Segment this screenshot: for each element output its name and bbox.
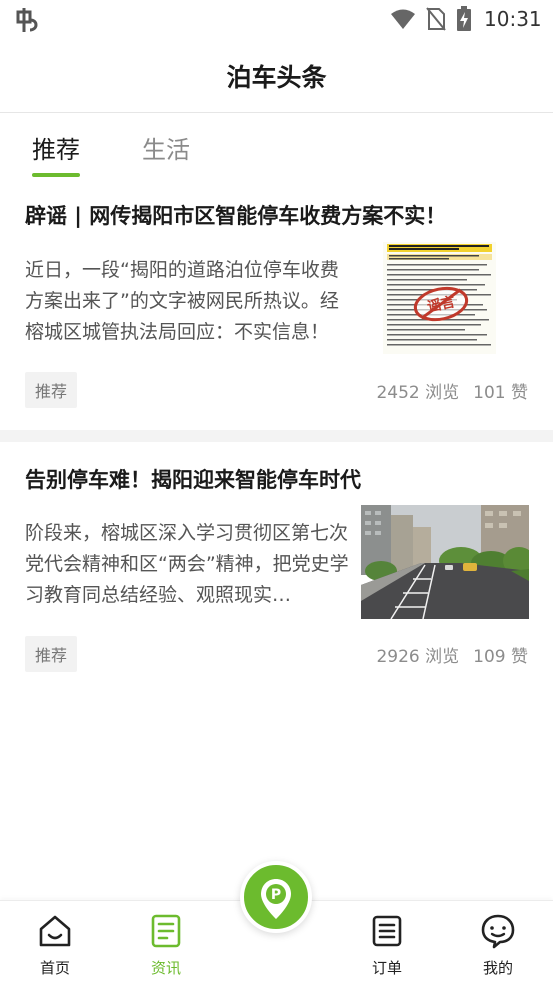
- title-bar: 泊车头条: [0, 40, 553, 113]
- parking-button[interactable]: P: [240, 861, 312, 933]
- news-thumbnail[interactable]: 谣言: [383, 242, 496, 354]
- street-parking-photo: [361, 505, 529, 619]
- orders-icon: [372, 915, 402, 947]
- news-summary: 阶段来，榕城区深入学习贯彻区第七次党代会精神和区“两会”精神，把党史学习教育同总…: [25, 522, 349, 606]
- view-count: 2926 浏览: [376, 647, 460, 667]
- profile-icon: [481, 914, 515, 949]
- nav-orders[interactable]: 订单: [347, 913, 427, 978]
- rumor-document-image: 谣言: [383, 242, 496, 354]
- parking-location-icon: P: [261, 879, 291, 919]
- category-tabs: 推荐 生活: [0, 114, 553, 180]
- news-summary: 近日，一段“揭阳的道路泊位停车收费方案出来了”的文字被网民所热议。经榕城区城管执…: [25, 259, 339, 343]
- nav-news-label: 资讯: [150, 959, 181, 977]
- tab-recommended[interactable]: 推荐: [32, 130, 80, 165]
- no-sim-icon: [426, 7, 446, 31]
- wifi-icon: [391, 9, 415, 29]
- status-time: 10:31: [484, 7, 542, 31]
- article-stats: 2452 浏览 101 赞: [362, 378, 528, 403]
- news-headline[interactable]: 辟谣 | 网传揭阳市区智能停车收费方案不实！: [25, 200, 446, 230]
- app-logo-icon: [16, 8, 38, 32]
- like-count: 109 赞: [473, 647, 528, 667]
- view-count: 2452 浏览: [376, 383, 460, 403]
- section-divider: [0, 430, 553, 442]
- news-card[interactable]: 告别停车难！揭阳迎来智能停车时代 阶段来，榕城区深入学习贯彻区第七次党代会精神和…: [0, 442, 553, 692]
- nav-mine-label: 我的: [482, 959, 513, 977]
- nav-home-label: 首页: [39, 959, 70, 977]
- news-icon: [151, 914, 181, 948]
- nav-mine[interactable]: 我的: [458, 913, 538, 978]
- article-stats: 2926 浏览 109 赞: [362, 642, 528, 667]
- news-headline[interactable]: 告别停车难！揭阳迎来智能停车时代: [25, 464, 361, 494]
- active-tab-indicator: [32, 173, 80, 177]
- nav-news[interactable]: 资讯: [126, 913, 206, 978]
- battery-charging-icon: [457, 6, 471, 31]
- news-thumbnail[interactable]: [361, 505, 529, 619]
- nav-orders-label: 订单: [371, 959, 402, 977]
- news-card[interactable]: 辟谣 | 网传揭阳市区智能停车收费方案不实！ 近日，一段“揭阳的道路泊位停车收费…: [0, 180, 553, 430]
- home-icon: [39, 915, 71, 947]
- page-title: 泊车头条: [226, 63, 327, 92]
- svg-text:P: P: [271, 887, 281, 903]
- like-count: 101 赞: [473, 383, 528, 403]
- status-bar: 10:31: [0, 0, 553, 40]
- category-tag: 推荐: [25, 372, 78, 408]
- tab-life[interactable]: 生活: [142, 130, 190, 165]
- nav-home[interactable]: 首页: [15, 913, 95, 978]
- category-tag: 推荐: [25, 636, 78, 672]
